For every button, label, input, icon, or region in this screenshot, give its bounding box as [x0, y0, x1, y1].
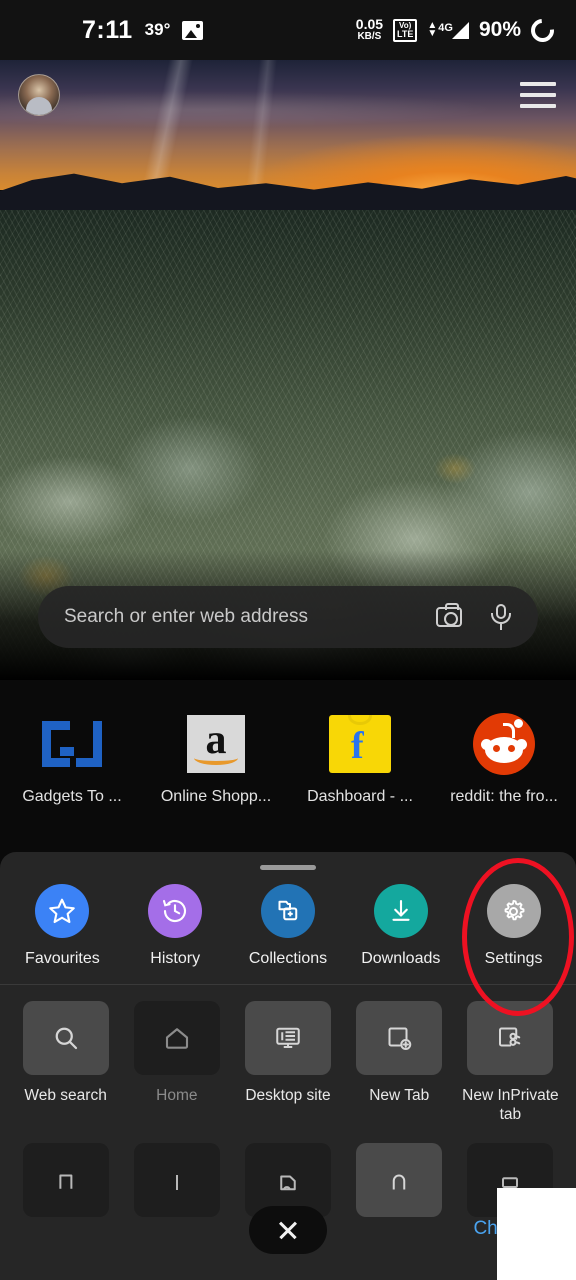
- gear-icon: [486, 884, 541, 938]
- shortcut-label: reddit: the fro...: [450, 788, 558, 805]
- reddit-head: [485, 737, 523, 763]
- battery-percent-label: 90%: [478, 18, 521, 41]
- tile-new-inprivate-tab[interactable]: New InPrivate tab: [455, 1001, 566, 1125]
- tile-new-tab[interactable]: New Tab: [344, 1001, 455, 1125]
- close-icon: [277, 1219, 299, 1241]
- history-clock-icon: [148, 884, 203, 938]
- flipkart-bag-handle: [348, 715, 372, 725]
- quick-action-favourites[interactable]: Favourites: [6, 884, 119, 968]
- home-icon: [133, 1001, 220, 1075]
- data-arrows-icon: ▲ ▼: [427, 20, 438, 39]
- network-type-label: 4G: [438, 21, 453, 34]
- signal-strength-icon: ▲ ▼ 4G: [427, 20, 469, 39]
- shortcut-reddit[interactable]: reddit: the fro...: [432, 712, 576, 806]
- reddit-logo: [472, 712, 536, 776]
- drag-handle[interactable]: [260, 865, 316, 870]
- status-temperature: 39°: [144, 20, 171, 39]
- tile-label: Web search: [24, 1087, 107, 1104]
- status-bar: 7:11 39° 0.05 KB/S Vo) LTE ▲ ▼ 4G 90%: [0, 0, 576, 60]
- data-rate-indicator: 0.05 KB/S: [356, 17, 383, 42]
- search-bar[interactable]: Search or enter web address: [38, 586, 538, 648]
- quick-action-label: Settings: [484, 950, 543, 967]
- gj-letter-j: [76, 721, 102, 767]
- browser-home-screen: 7:11 39° 0.05 KB/S Vo) LTE ▲ ▼ 4G 90% Se…: [0, 0, 576, 1280]
- quick-action-downloads[interactable]: Downloads: [344, 884, 457, 968]
- search-icon: [22, 1001, 109, 1075]
- shortcut-label: Online Shopp...: [160, 788, 272, 805]
- shortcut-tiles: Gadgets To ... a Online Shopp... f Dashb…: [0, 712, 576, 806]
- tile-label: New InPrivate tab: [462, 1087, 559, 1124]
- status-bar-left: 7:11 39°: [82, 15, 204, 45]
- tile-home[interactable]: Home: [121, 1001, 232, 1125]
- hamburger-menu-icon[interactable]: [518, 76, 558, 114]
- quick-action-settings[interactable]: Settings: [457, 884, 570, 968]
- white-overlay-box: [497, 1188, 576, 1280]
- tile-row: Web search Home Desktop site New Tab New…: [10, 1001, 566, 1125]
- reddit-eye-left: [493, 745, 500, 752]
- close-button[interactable]: [249, 1206, 327, 1254]
- quick-action-label: Downloads: [361, 950, 441, 967]
- reddit-antenna: [503, 723, 515, 738]
- tile-web-search[interactable]: Web search: [10, 1001, 121, 1125]
- amazon-logo: a: [184, 712, 248, 776]
- volte-bottom-label: LTE: [397, 28, 414, 39]
- hamburger-line: [520, 82, 556, 86]
- profile-avatar[interactable]: [18, 74, 60, 116]
- status-bar-right: 0.05 KB/S Vo) LTE ▲ ▼ 4G 90%: [356, 13, 559, 47]
- volte-icon: Vo) LTE: [393, 18, 418, 42]
- hamburger-line: [520, 104, 556, 108]
- data-rate-value: 0.05: [355, 16, 384, 33]
- star-icon: [35, 884, 90, 938]
- reddit-antenna-dot: [514, 719, 523, 728]
- image-icon: [182, 20, 204, 40]
- quick-action-label: Favourites: [25, 950, 100, 967]
- tile-label: Desktop site: [245, 1087, 331, 1104]
- quick-action-collections[interactable]: Collections: [232, 884, 345, 968]
- camera-icon[interactable]: [436, 603, 462, 627]
- reddit-logo-mark: [473, 713, 535, 775]
- amazon-logo-mark: a: [187, 715, 245, 773]
- tile-label: New Tab: [369, 1087, 430, 1104]
- new-tab-icon: [356, 1001, 443, 1075]
- hamburger-line: [520, 93, 556, 97]
- collections-icon: [260, 884, 315, 938]
- microphone-icon[interactable]: [490, 604, 512, 630]
- search-input[interactable]: Search or enter web address: [64, 606, 436, 628]
- reddit-eye-right: [508, 745, 515, 752]
- status-time: 7:11: [82, 15, 133, 44]
- signal-bars-icon: [451, 21, 469, 39]
- quick-action-history[interactable]: History: [119, 884, 232, 968]
- flipkart-letter-f: f: [351, 725, 364, 767]
- gadgets-to-use-logo: [40, 712, 104, 776]
- gj-letter-g-bar: [60, 747, 74, 756]
- quick-actions-row: Favourites History Collections Downloads…: [0, 884, 576, 968]
- tile-label: Home: [156, 1087, 198, 1104]
- shortcut-gadgets-to-use[interactable]: Gadgets To ...: [0, 712, 144, 806]
- gj-letter-g: [42, 721, 70, 767]
- shortcut-label: Dashboard - ...: [307, 788, 413, 805]
- shortcut-online-shopping[interactable]: a Online Shopp...: [144, 712, 288, 806]
- quick-action-label: History: [150, 950, 201, 967]
- download-icon: [373, 884, 428, 938]
- browser-top-bar: [0, 60, 576, 130]
- flipkart-logo-mark: f: [329, 715, 391, 773]
- amazon-smile-arrow: [194, 751, 238, 765]
- mic-arc: [491, 613, 511, 624]
- inprivate-tab-icon: [467, 1001, 554, 1075]
- shortcut-dashboard-flipkart[interactable]: f Dashboard - ...: [288, 712, 432, 806]
- gj-logo-mark: [40, 719, 104, 769]
- battery-ring-icon: [526, 13, 559, 47]
- tile-desktop-site[interactable]: Desktop site: [232, 1001, 343, 1125]
- search-bar-icons: [436, 603, 512, 630]
- bottom-sheet-menu: Favourites History Collections Downloads…: [0, 852, 576, 1280]
- mic-stem: [500, 624, 502, 630]
- flipkart-logo: f: [328, 712, 392, 776]
- desktop-monitor-icon: [245, 1001, 331, 1075]
- quick-action-label: Collections: [248, 950, 328, 967]
- sheet-footer: Change: [0, 1206, 576, 1260]
- shortcut-label: Gadgets To ...: [22, 788, 122, 805]
- data-rate-unit: KB/S: [357, 31, 382, 43]
- tile-grid: Web search Home Desktop site New Tab New…: [0, 985, 576, 1217]
